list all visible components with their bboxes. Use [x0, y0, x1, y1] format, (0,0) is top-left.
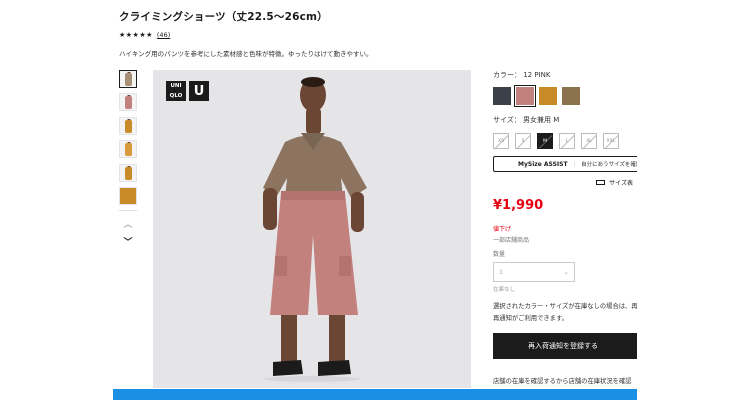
thumbnail-4[interactable]: [119, 140, 137, 159]
quantity-value: 1: [499, 268, 504, 276]
ruler-icon: [596, 180, 606, 185]
size-option-l[interactable]: L: [559, 133, 575, 149]
rating-stars: ★★★★★: [119, 31, 153, 39]
thumbnail-6[interactable]: [119, 186, 137, 205]
size-option-xl[interactable]: XL: [581, 133, 597, 149]
logo-line-1: UNI: [170, 83, 182, 89]
bottom-bar: [113, 389, 637, 400]
size-options: XS S M L XL XXL: [493, 133, 637, 149]
logo-line-2: QLO: [169, 93, 183, 99]
quantity-select[interactable]: 1 ⌄: [493, 262, 575, 282]
uniqlo-u-logo: UNI QLO U: [166, 81, 209, 101]
uniqlo-logo: UNI QLO: [166, 81, 186, 101]
thumbnail-3[interactable]: [119, 116, 137, 135]
stock-note: 一部店舗商品: [493, 237, 530, 244]
color-swatch-3[interactable]: [539, 87, 557, 105]
product-page: クライミングショーツ（丈22.5〜26cm） ★★★★★ (46) ハイキング用…: [113, 0, 637, 400]
thumbnail-2[interactable]: [119, 93, 137, 112]
restock-notice: 選択されたカラー・サイズが在庫なしの場合は、再入荷 再通知がご利用できます。: [493, 301, 637, 325]
thumbnail-1[interactable]: [119, 70, 137, 88]
size-option-m[interactable]: M: [537, 133, 553, 149]
mysize-separator: ｜: [571, 162, 578, 168]
mysize-brand: MySize ASSIST: [518, 160, 568, 168]
product-title: クライミングショーツ（丈22.5〜26cm）: [119, 11, 328, 23]
stock-status: 在庫なし: [493, 287, 516, 293]
price: ¥1,990: [493, 198, 544, 213]
color-swatches: [493, 84, 637, 108]
rating: ★★★★★ (46): [119, 31, 170, 39]
u-logo: U: [189, 81, 209, 101]
main-product-image[interactable]: UNI QLO U ›: [153, 70, 471, 388]
store-stock-link[interactable]: 店舗の在庫を確認するから店舗の在庫状況を確認: [493, 376, 637, 385]
mysize-text: 自分にあうサイズを確認する: [581, 162, 637, 168]
quantity-label: 数量: [493, 251, 506, 258]
color-label: カラー： 12 PINK: [493, 71, 551, 79]
chevron-down-icon: ⌄: [563, 268, 569, 276]
thumbnail-list: ︿ ﹀: [119, 70, 139, 255]
thumbnail-down-icon[interactable]: ﹀: [119, 237, 137, 249]
product-info-panel: カラー： 12 PINK サイズ： 男女兼用 M XS S M L XL XXL MySi…: [493, 70, 637, 385]
product-description: ハイキング用のパンツを参考にした素材感と色味が特徴。ゆったりはけて動きやすい。: [119, 50, 373, 58]
model-photo: [153, 70, 471, 388]
size-option-s[interactable]: S: [515, 133, 531, 149]
restock-notice-line-2: 再通知がご利用できます。: [493, 315, 568, 322]
review-count-link[interactable]: (46): [157, 31, 170, 39]
size-guide-label: サイズ表: [609, 180, 633, 187]
restock-notice-line-1: 選択されたカラー・サイズが在庫なしの場合は、再入荷: [493, 303, 637, 310]
thumbnail-divider: [119, 210, 137, 212]
size-label: サイズ： 男女兼用 M: [493, 116, 560, 124]
color-swatch-4[interactable]: [562, 87, 580, 105]
discount-badge: 値下げ: [493, 226, 512, 233]
size-guide-link[interactable]: サイズ表: [493, 178, 637, 187]
size-option-xs[interactable]: XS: [493, 133, 509, 149]
thumbnail-up-icon[interactable]: ︿: [119, 219, 137, 231]
restock-notify-button[interactable]: 再入荷通知を登録する: [493, 333, 637, 359]
color-swatch-2[interactable]: [513, 84, 537, 108]
thumbnail-5[interactable]: [119, 163, 137, 182]
color-swatch-1[interactable]: [493, 87, 511, 105]
size-option-xxl[interactable]: XXL: [603, 133, 619, 149]
mysize-assist-button[interactable]: MySize ASSIST ｜ 自分にあうサイズを確認する: [493, 156, 637, 172]
